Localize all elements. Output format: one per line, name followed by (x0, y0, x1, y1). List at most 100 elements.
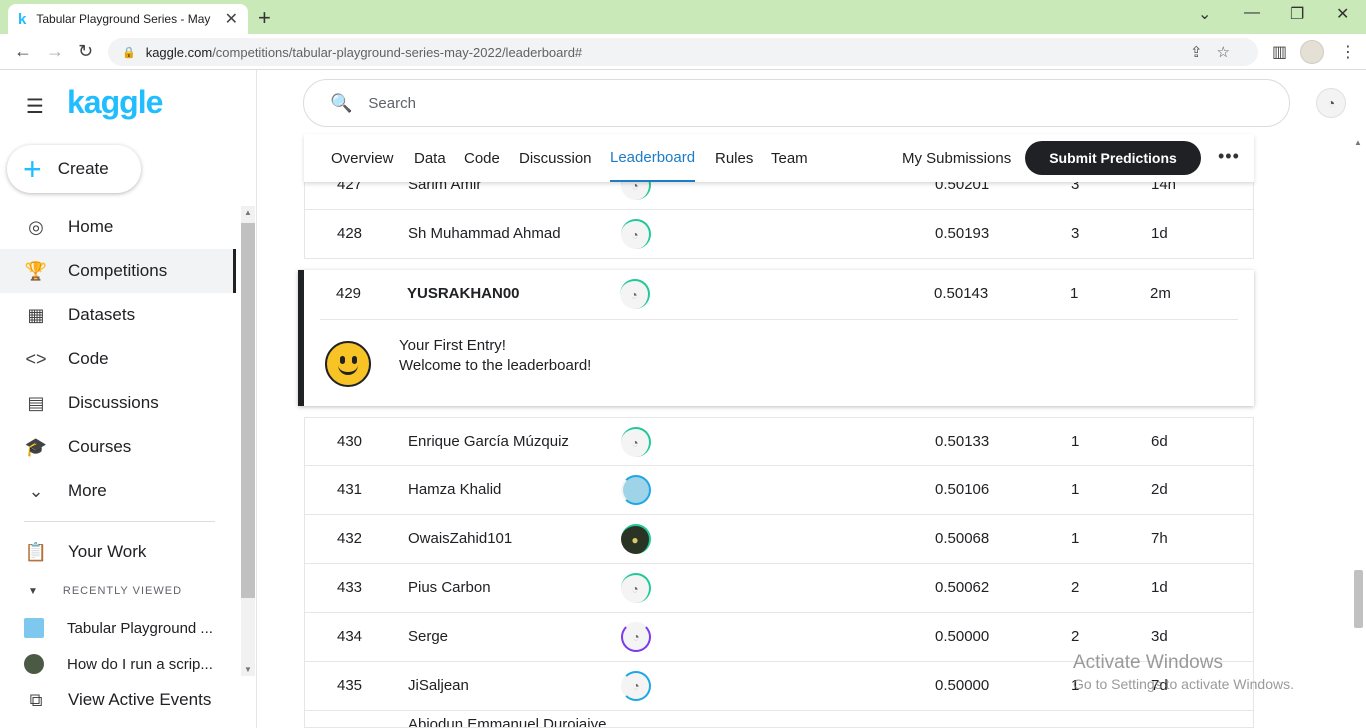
reload-icon[interactable]: ↻ (78, 41, 93, 62)
table-row[interactable]: 432 OwaisZahid101 ● 0.50068 1 7h (304, 515, 1254, 564)
avatar[interactable]: ◔ (620, 279, 650, 309)
browser-profile-avatar[interactable] (1300, 40, 1324, 64)
entries-cell: 1 (1070, 285, 1079, 302)
tab-discussion[interactable]: Discussion (519, 134, 592, 182)
view-active-events-label: View Active Events (68, 690, 212, 709)
recent-item[interactable]: Tabular Playground ... (24, 613, 214, 643)
tab-overview[interactable]: Overview (331, 134, 394, 182)
smiley-icon (325, 341, 371, 387)
team-name-cell[interactable]: Abiodun Emmanuel Durojaiye (408, 716, 606, 727)
recently-viewed-header[interactable]: ▼ RECENTLY VIEWED (28, 585, 182, 597)
sidebar-item-more[interactable]: ⌄ More (0, 469, 236, 513)
team-name-cell[interactable]: Pius Carbon (408, 579, 491, 596)
team-name-cell[interactable]: Sh Muhammad Ahmad (408, 225, 561, 242)
score-cell: 0.50000 (935, 677, 990, 694)
sidebar-item-label: Home (68, 217, 114, 236)
side-panel-icon[interactable]: ▥ (1272, 42, 1287, 62)
sidebar-scroll-thumb[interactable] (241, 223, 255, 598)
user-avatar[interactable]: ◔ (1316, 88, 1346, 118)
browser-menu-icon[interactable]: ⋮ (1340, 42, 1356, 62)
page-scroll-thumb[interactable] (1354, 570, 1363, 628)
team-name-cell[interactable]: Enrique García Múzquiz (408, 433, 569, 450)
sidebar-item-competitions[interactable]: 🏆 Competitions (0, 249, 236, 293)
new-tab-icon[interactable]: + (258, 5, 271, 31)
view-active-events[interactable]: ⧉ View Active Events (0, 678, 236, 722)
team-name-cell[interactable]: Serge (408, 628, 448, 645)
scroll-down-icon[interactable]: ▼ (244, 665, 252, 674)
table-row[interactable]: 433 Pius Carbon ◔ 0.50062 2 1d (304, 564, 1254, 613)
share-and-bookmark-icons[interactable]: ⇪☆ (1190, 43, 1244, 61)
last-submission-cell: 6d (1151, 433, 1168, 450)
entries-cell: 3 (1071, 225, 1080, 242)
sidebar-item-datasets[interactable]: ▦ Datasets (0, 293, 236, 337)
avatar[interactable]: ◔ (621, 671, 651, 701)
last-submission-cell: 3d (1151, 628, 1168, 645)
browser-tab[interactable]: k Tabular Playground Series - May ✕ (8, 4, 248, 34)
address-bar-row: ← → ↻ 🔒 kaggle.com/competitions/tabular-… (0, 34, 1366, 70)
window-close-icon[interactable]: ✕ (1336, 4, 1349, 24)
submit-predictions-button[interactable]: Submit Predictions (1025, 141, 1201, 175)
forward-icon[interactable]: → (46, 41, 64, 62)
sidebar-item-courses[interactable]: 🎓 Courses (0, 425, 236, 469)
rank-cell: 433 (337, 579, 363, 596)
table-row[interactable]: 430 Enrique García Múzquiz ◔ 0.50133 1 6… (304, 417, 1254, 466)
sidebar-item-discussions[interactable]: ▤ Discussions (0, 381, 236, 425)
tab-data[interactable]: Data (414, 134, 446, 182)
url-path: /competitions/tabular-playground-series-… (212, 44, 583, 60)
back-icon[interactable]: ← (14, 41, 32, 62)
team-name-cell[interactable]: OwaisZahid101 (408, 530, 512, 547)
recent-thumbnail (24, 654, 44, 674)
tab-team[interactable]: Team (771, 134, 808, 182)
team-name-cell[interactable]: Hamza Khalid (408, 481, 501, 498)
avatar[interactable]: ◔ (621, 427, 651, 457)
kaggle-favicon-icon: k (18, 10, 27, 28)
avatar[interactable]: ◔ (621, 573, 651, 603)
rank-cell: 430 (337, 433, 363, 450)
more-options-icon[interactable]: ••• (1218, 146, 1240, 167)
own-entry-row[interactable]: 429 YUSRAKHAN00 ◔ 0.50143 1 2m (304, 270, 1254, 319)
avatar[interactable]: ◔ (621, 622, 651, 652)
create-button[interactable]: + Create (7, 145, 141, 193)
score-cell: 0.50000 (935, 628, 990, 645)
avatar[interactable]: ◔ (621, 219, 651, 249)
avatar[interactable]: ● (621, 524, 651, 554)
recent-item[interactable]: How do I run a scrip... (24, 649, 214, 679)
team-name-cell[interactable]: YUSRAKHAN00 (407, 285, 520, 302)
browser-tab-title: Tabular Playground Series - May (36, 12, 211, 26)
avatar[interactable] (621, 475, 651, 505)
hamburger-menu-icon[interactable]: ☰ (26, 94, 44, 119)
my-submissions-link[interactable]: My Submissions (902, 134, 1011, 182)
browser-tab-strip: k Tabular Playground Series - May ✕ + ⌄ … (0, 0, 1366, 34)
sidebar-item-code[interactable]: <> Code (0, 337, 236, 381)
table-row[interactable]: 428 Sh Muhammad Ahmad ◔ 0.50193 3 1d (304, 210, 1254, 259)
sidebar-item-label: Datasets (68, 305, 136, 324)
url-bar[interactable]: 🔒 kaggle.com/competitions/tabular-playgr… (108, 38, 1258, 66)
score-cell: 0.50133 (935, 433, 990, 450)
restore-icon[interactable]: ❐ (1290, 4, 1304, 24)
sidebar-item-your-work[interactable]: 📋 Your Work (0, 530, 236, 574)
entries-cell: 1 (1071, 530, 1080, 547)
tab-code[interactable]: Code (464, 134, 500, 182)
minimize-icon[interactable]: — (1244, 4, 1260, 22)
sidebar: ☰ kaggle + Create ◎ Home 🏆 Competitions … (0, 70, 257, 728)
clipboard-icon: 📋 (24, 541, 48, 562)
sidebar-item-home[interactable]: ◎ Home (0, 205, 236, 249)
sidebar-scrollbar[interactable]: ▲ ▼ (241, 206, 255, 676)
close-tab-icon[interactable]: ✕ (225, 9, 238, 29)
scroll-up-icon[interactable]: ▲ (1354, 138, 1362, 147)
tab-search-chevron-icon[interactable]: ⌄ (1198, 4, 1211, 24)
sidebar-item-label: More (68, 481, 107, 500)
table-row[interactable]: 431 Hamza Khalid 0.50106 1 2d (304, 466, 1254, 515)
kaggle-logo[interactable]: kaggle (67, 84, 163, 121)
school-icon: 🎓 (24, 436, 48, 457)
page-scrollbar[interactable]: ▲ (1350, 136, 1366, 728)
team-name-cell[interactable]: JiSaljean (408, 677, 469, 694)
tab-rules[interactable]: Rules (715, 134, 753, 182)
table-row[interactable]: Abiodun Emmanuel Durojaiye (304, 711, 1254, 728)
scroll-up-icon[interactable]: ▲ (244, 208, 252, 217)
divider (320, 319, 1238, 320)
tab-leaderboard[interactable]: Leaderboard (610, 134, 696, 182)
activate-windows-subtitle: Go to Settings to activate Windows. (1073, 676, 1294, 692)
search-input[interactable]: 🔍 Search (303, 79, 1290, 127)
table-icon: ▦ (27, 304, 45, 325)
